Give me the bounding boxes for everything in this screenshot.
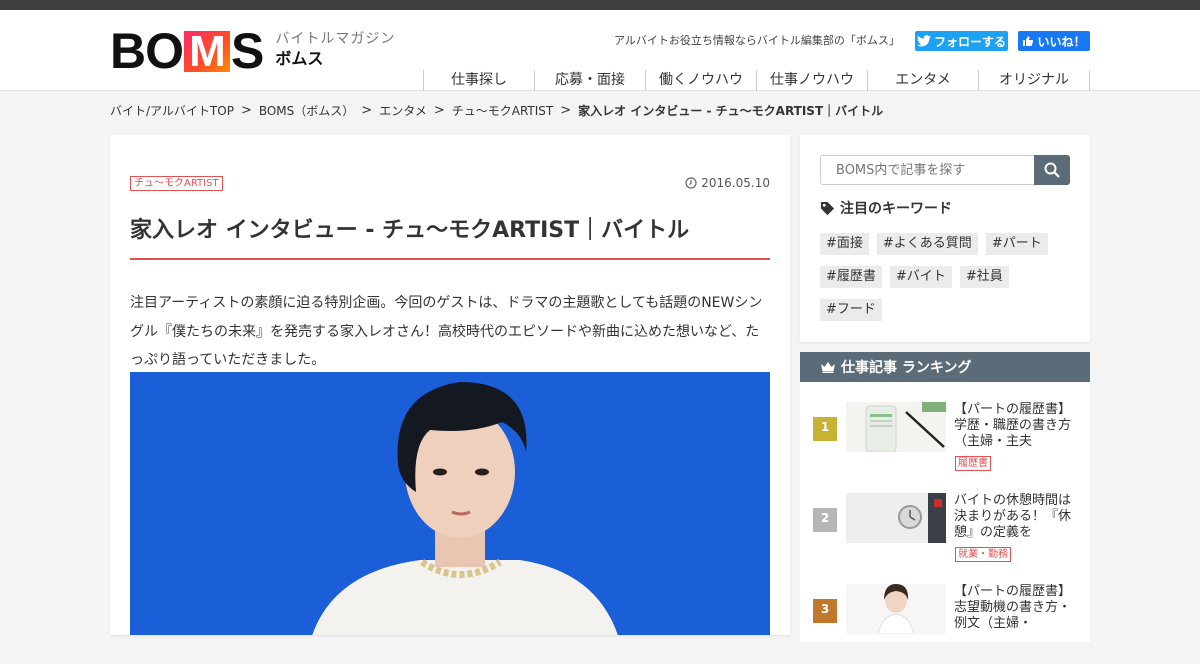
breadcrumb-separator: > (361, 103, 373, 118)
sidebar-search-keywords: 注目のキーワード #面接 #よくある質問 #パート #履歴書 #バイト #社員 … (800, 135, 1090, 342)
ranking-item-title: バイトの休憩時間は決まりがある！『休憩』の定義を知・・・ (954, 493, 1072, 540)
ranking-item[interactable]: 1 【パートの履歴書】学歴・職歴の書き方（主婦・主夫編・・・ 履歴書 (800, 402, 1090, 482)
search-button[interactable] (1034, 155, 1070, 185)
ranking-heading-text: 仕事記事 ランキング (841, 360, 972, 376)
boms-logo[interactable]: BO M S バイトルマガジン ボムス (110, 23, 395, 79)
logo-subtitle: バイトルマガジン ボムス (275, 32, 395, 67)
keywords-heading-text: 注目のキーワード (840, 201, 952, 217)
breadcrumb-separator: > (240, 103, 252, 118)
nav-item-entertainment[interactable]: エンタメ (868, 70, 979, 91)
logo-m-mark: M (184, 29, 230, 73)
breadcrumb-link-top[interactable]: バイト/アルバイトTOP (110, 102, 234, 119)
keyword-chip[interactable]: #面接 (820, 233, 869, 255)
breadcrumb-link-category[interactable]: チュ～モクARTIST (452, 102, 554, 119)
ranking-item[interactable]: 2 バイトの休憩時間は決まりがある！『休憩』の定義を知・・・ 就業・勤務 (800, 493, 1090, 573)
rank-badge: 2 (813, 508, 837, 538)
main-nav: 仕事探し 応募・面接 働くノウハウ 仕事ノウハウ エンタメ オリジナル (423, 70, 1090, 91)
crown-icon (821, 362, 835, 373)
ranking-heading: 仕事記事 ランキング (800, 352, 1090, 382)
clock-icon (685, 177, 697, 189)
ranking-thumb-image (846, 402, 946, 452)
logo-text-left: BO (110, 23, 184, 79)
keyword-chip[interactable]: #履歴書 (820, 266, 882, 288)
nav-item-apply-interview[interactable]: 応募・面接 (535, 70, 646, 91)
breadcrumb: バイト/アルバイトTOP > BOMS（ボムス） > エンタメ > チュ～モクA… (110, 102, 883, 119)
portrait-illustration (130, 372, 770, 635)
breadcrumb-current: 家入レオ インタビュー - チュ～モクARTIST｜バイトル (578, 104, 884, 118)
ranking-list: 1 【パートの履歴書】学歴・職歴の書き方（主婦・主夫編・・・ 履歴書 2 (800, 382, 1090, 642)
ranking-item-title: 【パートの履歴書】志望動機の書き方・例文（主婦・主・・・ (954, 584, 1072, 631)
article-category-tag[interactable]: チュ～モクARTIST (130, 176, 223, 191)
article-title: 家入レオ インタビュー - チュ～モクARTIST｜バイトル (130, 215, 770, 260)
site-tagline: アルバイトお役立ち情報ならバイトル編集部の「ボムス」 (614, 34, 900, 47)
breadcrumb-separator: > (433, 103, 445, 118)
breadcrumb-link-entertainment[interactable]: エンタメ (379, 102, 427, 119)
breadcrumb-link-boms[interactable]: BOMS（ボムス） (259, 102, 354, 119)
twitter-follow-button[interactable]: フォローする (915, 31, 1008, 51)
keywords-heading: 注目のキーワード (820, 198, 952, 218)
article-hero-image (130, 372, 770, 635)
ranking-thumbnail (846, 493, 946, 543)
search-icon (1044, 162, 1060, 178)
breadcrumb-separator: > (560, 103, 572, 118)
twitter-follow-label: フォローする (933, 34, 1006, 49)
nav-item-work-knowhow[interactable]: 働くノウハウ (646, 70, 757, 91)
keyword-chip[interactable]: #バイト (889, 266, 952, 288)
ranking-item[interactable]: 3 【パートの履歴書】志望動機の書き方・例文（主婦・主・・・ (800, 584, 1090, 664)
logo-sub-line1: バイトルマガジン (275, 31, 396, 47)
rank-badge: 3 (813, 599, 837, 629)
keyword-chip[interactable]: #社員 (959, 266, 1009, 288)
ranking-item-tag[interactable]: 就業・勤務 (955, 547, 1011, 562)
ranking-thumbnail (846, 584, 946, 634)
article-date: 2016.05.10 (685, 176, 770, 190)
top-strip (0, 0, 1200, 10)
article-panel: チュ～モクARTIST 2016.05.10 家入レオ インタビュー - チュ～… (110, 135, 790, 635)
site-header: BO M S バイトルマガジン ボムス アルバイトお役立ち情報ならバイトル編集部… (0, 10, 1200, 91)
facebook-like-button[interactable]: いいね！ (1018, 31, 1090, 51)
twitter-bird-icon (916, 35, 931, 47)
search-input[interactable] (820, 155, 1034, 185)
nav-item-job-knowhow[interactable]: 仕事ノウハウ (757, 70, 868, 91)
thumbs-up-icon (1023, 36, 1034, 47)
article-date-text: 2016.05.10 (701, 176, 770, 190)
keyword-chip[interactable]: #よくある質問 (876, 233, 978, 255)
facebook-like-label: いいね！ (1037, 34, 1086, 49)
logo-text-right: S (231, 23, 264, 79)
tag-icon (820, 201, 835, 215)
keyword-chip[interactable]: #フード (820, 299, 882, 321)
ranking-item-title: 【パートの履歴書】学歴・職歴の書き方（主婦・主夫編・・・ (954, 402, 1072, 449)
ranking-item-tag[interactable]: 履歴書 (955, 456, 991, 471)
article-lead: 注目アーティストの素顔に迫る特別企画。今回のゲストは、ドラマの主題歌としても話題… (130, 295, 763, 368)
rank-badge: 1 (813, 417, 837, 447)
keyword-list: #面接 #よくある質問 #パート #履歴書 #バイト #社員 #フード (820, 233, 1070, 332)
ranking-thumb-image (846, 493, 946, 543)
site-search (820, 155, 1070, 185)
nav-item-original[interactable]: オリジナル (979, 70, 1090, 91)
ranking-thumb-image (846, 584, 946, 634)
ranking-thumbnail (846, 402, 946, 452)
logo-wordmark: BO M S (110, 23, 264, 79)
nav-item-job-search[interactable]: 仕事探し (424, 70, 535, 91)
logo-sub-line2: ボムス (275, 49, 324, 68)
keyword-chip[interactable]: #パート (985, 233, 1048, 255)
